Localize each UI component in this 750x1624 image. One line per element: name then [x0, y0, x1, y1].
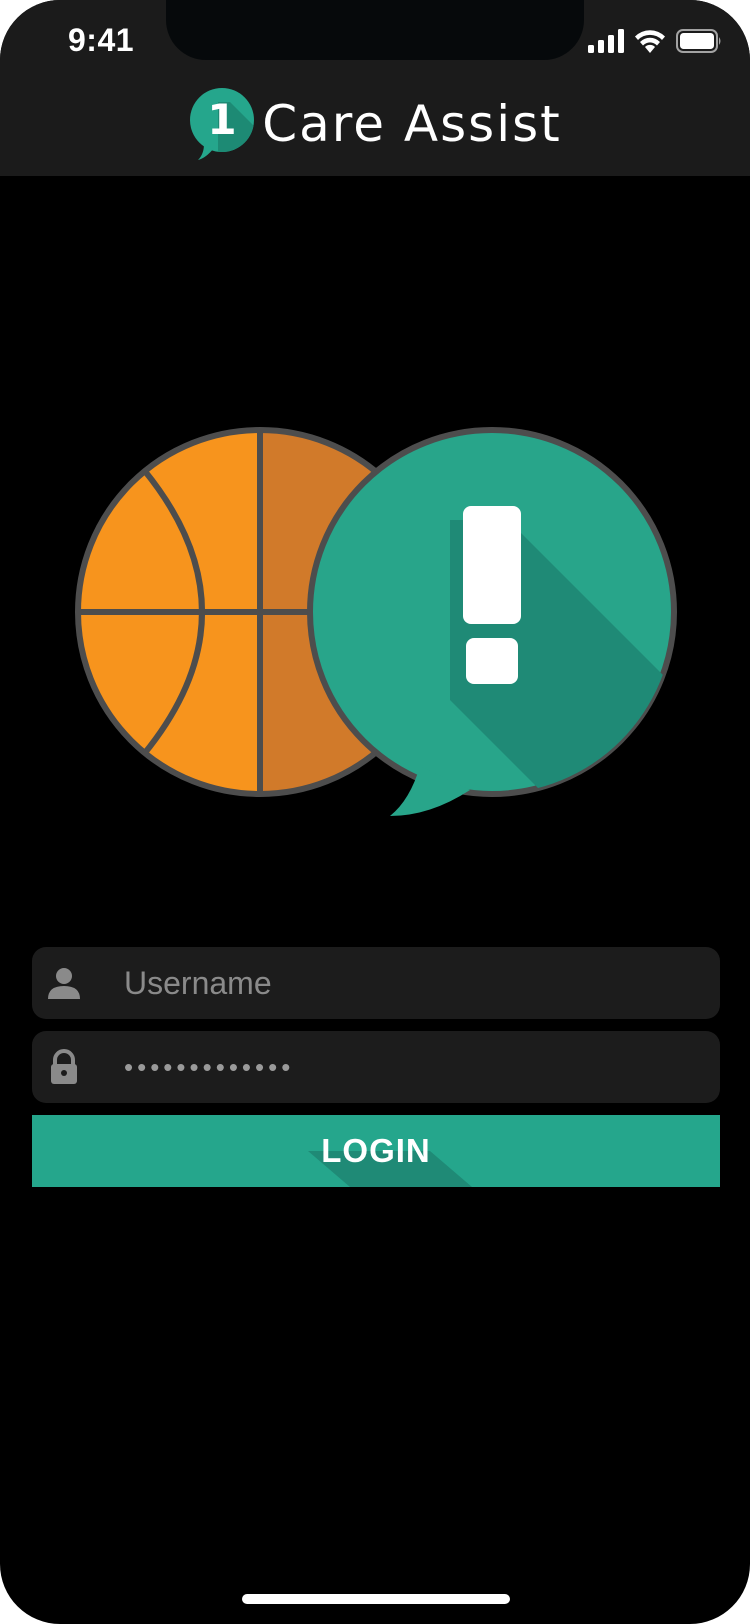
- app-screen: 9:41 1 Care Assist Username ••••••••••••…: [0, 0, 750, 1624]
- device-notch: [166, 0, 584, 60]
- cellular-signal-icon: [588, 29, 624, 53]
- password-field[interactable]: [32, 1031, 720, 1103]
- basketball-alert-icon: [75, 427, 677, 816]
- username-input[interactable]: [92, 947, 702, 1019]
- logo-digit: 1: [208, 95, 237, 144]
- username-field[interactable]: [32, 947, 720, 1019]
- app-brand: 1 Care Assist: [0, 84, 750, 164]
- login-button-label: LOGIN: [321, 1132, 431, 1169]
- app-logo-icon: 1: [190, 88, 255, 160]
- status-icons: [588, 28, 722, 54]
- battery-icon: [676, 29, 721, 53]
- password-input[interactable]: [92, 1031, 702, 1103]
- home-indicator[interactable]: [242, 1594, 510, 1604]
- lock-icon: [51, 1049, 77, 1084]
- status-time: 9:41: [68, 22, 135, 58]
- login-button[interactable]: LOGIN: [32, 1115, 720, 1187]
- person-icon: [48, 968, 80, 999]
- app-name: Care Assist: [262, 95, 562, 153]
- wifi-icon: [635, 30, 665, 53]
